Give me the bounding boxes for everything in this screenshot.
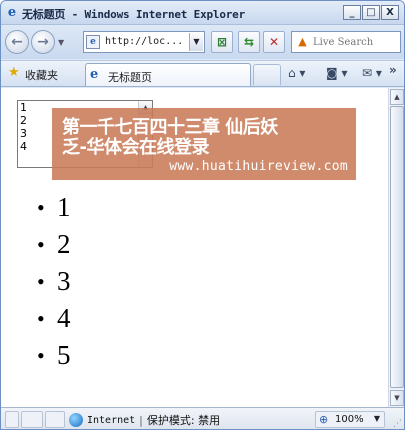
- minimize-button[interactable]: _: [343, 5, 361, 20]
- tab-current[interactable]: e 无标题页: [85, 63, 251, 86]
- bullet-marker: •: [37, 306, 45, 331]
- status-cell: [21, 411, 43, 428]
- list-item-text: 5: [57, 340, 71, 370]
- forward-button[interactable]: →: [31, 30, 55, 54]
- favorites-bar: ★ 收藏夹 e 无标题页 ⌂ ▾ ◙ ▾ ✉ ▾ »: [1, 60, 404, 87]
- watermark-overlay: 第一千七百四十三章 仙后妖 乏-华体会在线登录 www.huatihuirevi…: [52, 108, 356, 180]
- page-icon: e: [86, 35, 100, 49]
- more-commands-icon[interactable]: »: [389, 63, 397, 77]
- zone-label: Internet: [87, 414, 136, 426]
- list-item: • 2: [37, 226, 71, 263]
- page-content: 1 2 3 4 ▲ 第一千七百四十三章 仙后妖 乏-华体会在线登录 www.hu…: [1, 88, 388, 407]
- status-separator: |: [139, 413, 143, 427]
- refresh-icon: ⇆: [243, 35, 255, 49]
- stop-icon: ✕: [268, 35, 280, 49]
- back-arrow-icon: ←: [11, 34, 23, 50]
- forward-arrow-icon: →: [37, 34, 49, 50]
- zoom-control[interactable]: ⊕ 100% ▼: [315, 411, 385, 428]
- bullet-marker: •: [37, 269, 45, 294]
- status-bar: Internet | 保护模式: 禁用 ⊕ 100% ▼ ⋰: [1, 407, 404, 429]
- window-title: 无标题页 - Windows Internet Explorer: [22, 8, 246, 21]
- favorites-button[interactable]: 收藏夹: [25, 67, 58, 83]
- scroll-thumb[interactable]: [390, 106, 404, 388]
- navigation-bar: ← → ▼ e http://loc... ▼ ⊠ ⇆ ✕ ▲: [1, 26, 404, 59]
- status-cell: [45, 411, 65, 428]
- window-controls: _ □ X: [343, 5, 399, 20]
- zoom-dropdown-icon[interactable]: ▼: [374, 414, 380, 423]
- browser-window: e 无标题页 - Windows Internet Explorer _ □ X…: [0, 0, 405, 430]
- feeds-icon[interactable]: ◙ ▾: [326, 66, 347, 80]
- bullet-marker: •: [37, 232, 45, 257]
- resize-grip-icon[interactable]: ⋰: [393, 419, 402, 429]
- back-button[interactable]: ←: [5, 30, 29, 54]
- address-input[interactable]: http://loc...: [105, 36, 183, 47]
- bullet-marker: •: [37, 343, 45, 368]
- ie-logo-icon: e: [7, 5, 17, 20]
- watermark-line-2: 乏-华体会在线登录: [62, 137, 209, 158]
- tab-ie-icon: e: [90, 67, 99, 82]
- search-box[interactable]: ▲: [291, 31, 401, 53]
- star-icon[interactable]: ★: [8, 66, 20, 80]
- list-item: • 3: [37, 263, 71, 300]
- zoom-icon: ⊕: [319, 413, 329, 426]
- refresh-button[interactable]: ⇆: [238, 31, 260, 53]
- compatibility-view-button[interactable]: ⊠: [211, 31, 233, 53]
- compatibility-icon: ⊠: [216, 35, 228, 49]
- close-button[interactable]: X: [381, 5, 399, 20]
- list-item-text: 4: [57, 303, 71, 333]
- page-scrollbar[interactable]: ▲ ▼: [388, 88, 404, 407]
- home-icon[interactable]: ⌂ ▾: [288, 66, 305, 80]
- title-bar[interactable]: e 无标题页 - Windows Internet Explorer _ □ X: [1, 1, 404, 25]
- scroll-up-button[interactable]: ▲: [390, 89, 404, 105]
- live-search-icon: ▲: [298, 35, 307, 48]
- stop-button[interactable]: ✕: [263, 31, 285, 53]
- list-item-text: 1: [57, 192, 71, 222]
- list-item-text: 3: [57, 266, 71, 296]
- zoom-level: 100%: [335, 414, 364, 425]
- globe-icon: [69, 413, 83, 427]
- list-item-text: 2: [57, 229, 71, 259]
- protected-mode-label: 保护模式: 禁用: [146, 414, 221, 427]
- status-cell: [5, 411, 19, 428]
- address-bar[interactable]: e http://loc... ▼: [83, 31, 205, 53]
- tab-label: 无标题页: [108, 71, 152, 84]
- new-tab-button[interactable]: [253, 64, 281, 85]
- scroll-down-button[interactable]: ▼: [390, 390, 404, 406]
- bullet-list: • 1 • 2 • 3 • 4 • 5: [37, 189, 71, 374]
- list-item: • 5: [37, 337, 71, 374]
- address-dropdown-button[interactable]: ▼: [189, 33, 203, 51]
- security-zone[interactable]: Internet | 保护模式: 禁用: [69, 412, 220, 428]
- maximize-button[interactable]: □: [362, 5, 380, 20]
- recent-pages-dropdown[interactable]: ▼: [58, 38, 64, 47]
- list-item: • 4: [37, 300, 71, 337]
- search-input[interactable]: [313, 35, 399, 50]
- bullet-marker: •: [37, 195, 45, 220]
- list-item: • 1: [37, 189, 71, 226]
- watermark-url: www.huatihuireview.com: [169, 159, 348, 174]
- mail-icon[interactable]: ✉ ▾: [362, 66, 382, 80]
